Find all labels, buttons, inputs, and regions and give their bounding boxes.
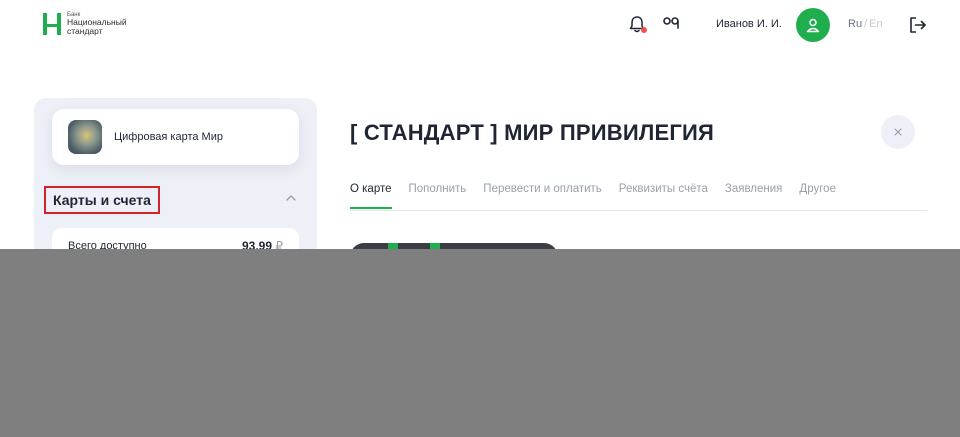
tab-other[interactable]: Другое [799, 183, 836, 209]
lang-ru[interactable]: Ru [848, 18, 862, 30]
notification-dot [641, 27, 647, 33]
tabs-divider [350, 210, 927, 211]
gray-overlay [0, 249, 960, 437]
logo-line2: стандарт [67, 25, 103, 36]
user-name[interactable]: Иванов И. И. [716, 18, 782, 30]
card-tabs: О карте Пополнить Перевести и оплатить Р… [350, 183, 836, 209]
tab-transfer-pay[interactable]: Перевести и оплатить [483, 183, 602, 209]
logout-icon[interactable] [908, 15, 928, 35]
lang-en[interactable]: En [869, 18, 882, 30]
logo-mark-icon [43, 12, 61, 35]
tab-top-up[interactable]: Пополнить [409, 183, 467, 209]
user-icon [806, 18, 820, 33]
key-icon[interactable] [662, 15, 682, 31]
digital-card-label: Цифровая карта Мир [114, 131, 223, 143]
close-icon [894, 128, 902, 136]
chevron-up-icon[interactable] [286, 194, 296, 202]
close-button[interactable] [881, 115, 915, 149]
digital-card-item[interactable]: Цифровая карта Мир [52, 109, 299, 165]
cards-accounts-heading: Карты и счета [44, 186, 160, 214]
card-thumbnail [68, 120, 102, 154]
bank-logo[interactable]: Банк Национальный стандарт [43, 12, 127, 35]
tab-account-details[interactable]: Реквизиты счёта [619, 183, 708, 209]
profile-button[interactable] [796, 8, 830, 42]
sidebar: Цифровая карта Мир Карты и счета Всего д… [34, 98, 317, 268]
tab-about-card[interactable]: О карте [350, 183, 392, 209]
logo-text: Банк Национальный стандарт [67, 12, 127, 35]
page-title: [ СТАНДАРТ ] МИР ПРИВИЛЕГИЯ [350, 120, 715, 145]
tab-applications[interactable]: Заявления [725, 183, 783, 209]
lang-separator: / [864, 18, 868, 30]
page: Банк Национальный стандарт Иванов И. И. … [0, 0, 960, 437]
language-switcher: Ru / En [848, 18, 883, 30]
